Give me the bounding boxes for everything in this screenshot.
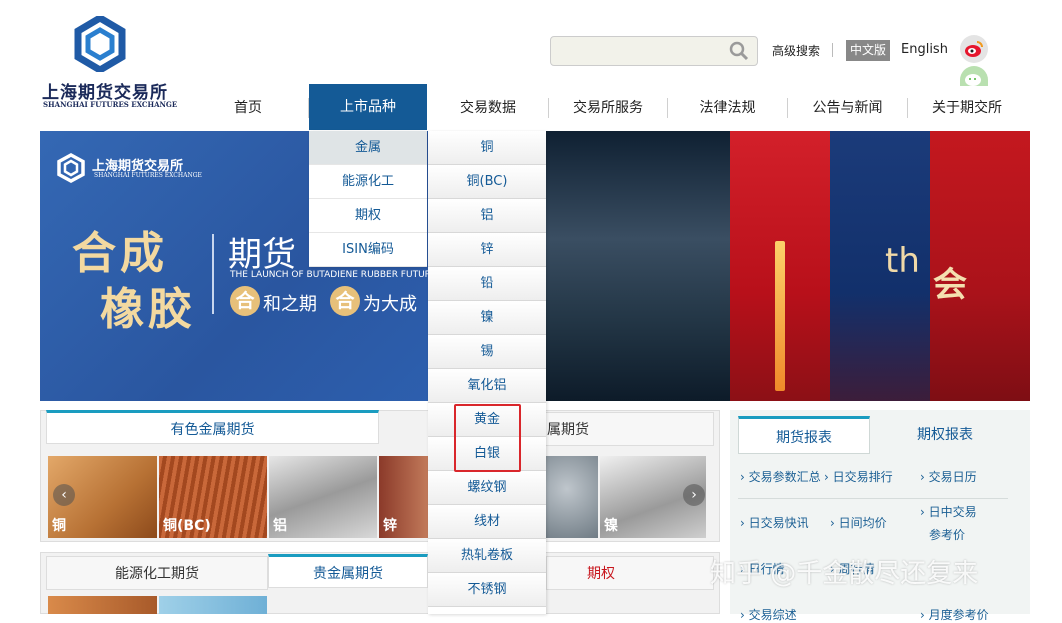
- carousel-prev-icon[interactable]: ‹: [53, 484, 75, 506]
- banner-title: 期货: [228, 235, 296, 275]
- nav-item-about[interactable]: 关于期交所: [908, 86, 1026, 130]
- report-link[interactable]: › 日交易排行: [824, 468, 893, 485]
- report-link-label: 日交易排行: [832, 470, 893, 484]
- banner-slogan: 为大成: [363, 294, 417, 315]
- submenu-item-hot-rolled-coil[interactable]: 热轧卷板: [428, 539, 546, 573]
- menu-item-metals[interactable]: 金属: [309, 131, 427, 165]
- thumb-zinc[interactable]: 锌: [379, 456, 428, 538]
- submenu-item-tin[interactable]: 锡: [428, 335, 546, 369]
- banner-slogan: 和之期: [263, 294, 317, 315]
- lang-en-button[interactable]: English: [901, 42, 948, 57]
- submenu-item-copper[interactable]: 铜: [428, 131, 546, 165]
- banner-th-text: th: [885, 241, 920, 281]
- report-link-label: 日间均价: [838, 516, 887, 530]
- products-submenu: 铜 铜(BC) 铝 锌 铅 镍 锡 氧化铝 黄金 白银 螺纹钢 线材 热轧卷板 …: [428, 131, 546, 614]
- submenu-item-zinc[interactable]: 锌: [428, 233, 546, 267]
- highlight-box: [454, 404, 521, 472]
- report-link-label: 月度参考价: [928, 608, 989, 622]
- logo-hexagon-icon: [57, 153, 85, 183]
- report-link-label[interactable]: 参考价: [929, 526, 965, 543]
- report-link-label: 交易日历: [928, 470, 977, 484]
- thumb-label: 铜(BC): [163, 518, 211, 534]
- divider: [832, 43, 833, 57]
- thumb-aluminum[interactable]: 铝: [269, 456, 377, 538]
- nav-item-news[interactable]: 公告与新闻: [788, 86, 907, 130]
- nav-item-laws[interactable]: 法律法规: [668, 86, 787, 130]
- advanced-search-link[interactable]: 高级搜索: [772, 42, 820, 59]
- nav-item-services[interactable]: 交易所服务: [549, 86, 667, 130]
- wechat-icon[interactable]: [960, 66, 988, 86]
- report-link[interactable]: › 日中交易: [920, 503, 977, 520]
- nav-item-products[interactable]: 上市品种: [309, 84, 427, 130]
- report-link[interactable]: › 月度参考价: [920, 606, 989, 623]
- report-link-label: 交易参数汇总: [748, 470, 821, 484]
- carousel-next-icon[interactable]: ›: [683, 484, 705, 506]
- thumb-ore[interactable]: [546, 456, 598, 538]
- banner-hui-text: 会: [933, 265, 967, 305]
- products-category-menu: 金属 能源化工 期权 ISIN编码: [309, 131, 427, 267]
- tab-futures-reports[interactable]: 期货报表: [738, 416, 870, 454]
- submenu-item-wire-rod[interactable]: 线材: [428, 505, 546, 539]
- nav-item-home[interactable]: 首页: [188, 86, 308, 130]
- banner-badge: 合: [330, 286, 360, 316]
- submenu-item-stainless-steel[interactable]: 不锈钢: [428, 573, 546, 607]
- divider: [738, 498, 1008, 499]
- watermark: 知乎 @千金散尽还复来: [710, 559, 979, 589]
- thumb-label: 镍: [604, 518, 618, 534]
- banner-calligraphy-2: 橡胶: [100, 284, 196, 335]
- lang-cn-button[interactable]: 中文版: [846, 40, 891, 61]
- menu-item-isin[interactable]: ISIN编码: [309, 233, 427, 267]
- tab-energy[interactable]: 能源化工期货: [46, 556, 268, 590]
- logo-hexagon-icon[interactable]: [72, 16, 128, 72]
- thumb-copper-bc[interactable]: 铜(BC): [159, 456, 267, 538]
- menu-item-energy[interactable]: 能源化工: [309, 165, 427, 199]
- submenu-item-lead[interactable]: 铅: [428, 267, 546, 301]
- report-link[interactable]: › 交易日历: [920, 468, 977, 485]
- submenu-item-copper-bc[interactable]: 铜(BC): [428, 165, 546, 199]
- search-icon[interactable]: [728, 40, 750, 62]
- main-nav: 首页 上市品种 交易数据 交易所服务 法律法规 公告与新闻 关于期交所: [188, 84, 1030, 130]
- report-link[interactable]: › 日间均价: [830, 514, 887, 531]
- banner-logo-en: SHANGHAI FUTURES EXCHANGE: [94, 172, 202, 179]
- submenu-item-alumina[interactable]: 氧化铝: [428, 369, 546, 403]
- report-link-label: 交易综述: [748, 608, 797, 622]
- banner-calligraphy-1: 合成: [72, 228, 168, 279]
- submenu-item-nickel[interactable]: 镍: [428, 301, 546, 335]
- banner-subtitle-en: THE LAUNCH OF BUTADIENE RUBBER FUTURES: [230, 270, 443, 280]
- report-link[interactable]: › 交易参数汇总: [740, 468, 821, 485]
- thumb-energy[interactable]: [48, 596, 157, 614]
- banner-badge: 合: [230, 286, 260, 316]
- logo-text-en: SHANGHAI FUTURES EXCHANGE: [43, 100, 178, 109]
- report-link-label: 日交易快讯: [748, 516, 809, 530]
- submenu-item-rebar[interactable]: 螺纹钢: [428, 471, 546, 505]
- tab-precious[interactable]: 贵金属期货: [268, 554, 428, 588]
- report-link[interactable]: › 日交易快讯: [740, 514, 809, 531]
- thumb-energy-2[interactable]: [159, 596, 267, 614]
- tab-nonferrous[interactable]: 有色金属期货: [46, 410, 379, 444]
- report-link-label: 日中交易: [928, 505, 977, 519]
- search-input[interactable]: [550, 36, 758, 66]
- weibo-icon[interactable]: [960, 35, 988, 63]
- tab-options-reports[interactable]: 期权报表: [880, 416, 1010, 454]
- tab-options[interactable]: 期权: [546, 556, 714, 590]
- menu-item-options[interactable]: 期权: [309, 199, 427, 233]
- tab-ferrous[interactable]: 属期货: [520, 412, 714, 446]
- thumb-label: 铝: [273, 518, 287, 534]
- divider: [212, 234, 214, 314]
- banner-tower-image: [775, 241, 785, 391]
- thumb-label: 锌: [383, 518, 397, 534]
- submenu-item-aluminum[interactable]: 铝: [428, 199, 546, 233]
- report-link[interactable]: › 交易综述: [740, 606, 797, 623]
- thumb-label: 铜: [52, 518, 66, 534]
- nav-item-trading-data[interactable]: 交易数据: [428, 86, 548, 130]
